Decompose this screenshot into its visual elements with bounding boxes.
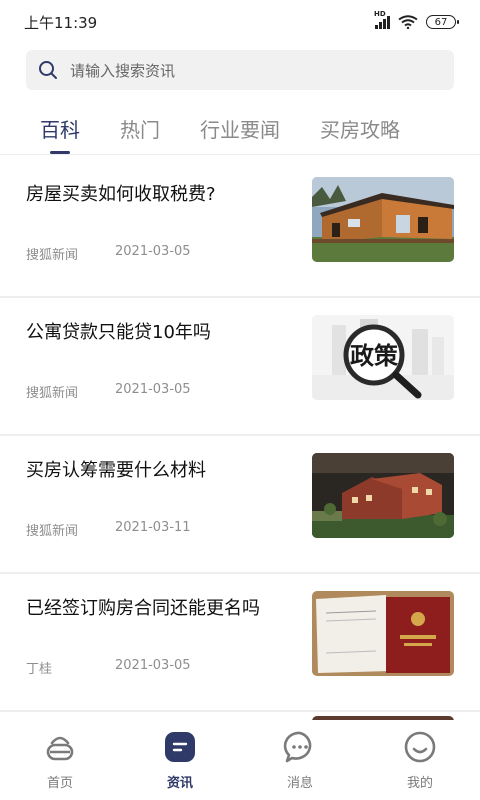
nav-label: 首页 (46, 776, 73, 791)
news-thumbnail (312, 177, 454, 262)
tab-buying-guide[interactable]: 买房攻略 (320, 106, 400, 154)
message-icon (283, 731, 312, 763)
network-type: HD (374, 10, 386, 18)
nav-label: 消息 (286, 776, 313, 791)
search-input[interactable]: 请输入搜索资讯 (70, 60, 175, 81)
building-model-image (312, 453, 454, 538)
category-tabs: 百科 热门 行业要闻 买房攻略 (0, 106, 480, 154)
policy-text: 政策 (350, 342, 399, 370)
news-list: 房屋买卖如何收取税费? 搜狐新闻 2021-03-05 公寓贷款只能贷10年吗 (0, 160, 480, 712)
nav-label: 我的 (406, 776, 433, 791)
tab-label: 热门 (120, 118, 160, 142)
bottom-nav: 首页 资讯 消息 我的 (0, 720, 480, 800)
news-thumbnail (312, 453, 454, 538)
wooden-house-image (312, 177, 454, 262)
news-date: 2021-03-11 (115, 520, 191, 535)
battery-level: 67 (434, 16, 448, 28)
news-source: 搜狐新闻 (26, 248, 79, 263)
battery-icon: 67 (426, 15, 459, 29)
news-divider (0, 710, 480, 712)
news-title: 已经签订购房合同还能更名吗 (26, 598, 260, 619)
news-source: 丁桂 (26, 662, 53, 677)
nav-label: 资讯 (166, 776, 193, 791)
nav-messages[interactable]: 消息 (240, 720, 360, 800)
search-icon (39, 61, 57, 79)
news-icon (165, 732, 195, 762)
news-title: 公寓贷款只能贷10年吗 (26, 322, 211, 343)
tab-industry-news[interactable]: 行业要闻 (200, 106, 280, 154)
news-thumbnail: 政策 (312, 315, 454, 400)
news-item[interactable]: 公寓贷款只能贷10年吗 搜狐新闻 2021-03-05 政策 (0, 298, 480, 436)
status-bar: 上午11:39 HD 67 (0, 0, 480, 44)
tab-label: 行业要闻 (200, 118, 280, 142)
policy-magnifier-image: 政策 (312, 315, 454, 400)
property-certificate-image (312, 591, 454, 676)
profile-icon (404, 731, 436, 763)
tabs-divider (0, 154, 480, 155)
news-source: 搜狐新闻 (26, 524, 79, 539)
news-thumbnail (312, 591, 454, 676)
news-date: 2021-03-05 (115, 382, 191, 397)
news-item[interactable]: 买房认筹需要什么材料 搜狐新闻 2021-03-11 (0, 436, 480, 574)
news-item[interactable]: 房屋买卖如何收取税费? 搜狐新闻 2021-03-05 (0, 160, 480, 298)
news-date: 2021-03-05 (115, 658, 191, 673)
nav-news[interactable]: 资讯 (120, 720, 240, 800)
nav-profile[interactable]: 我的 (360, 720, 480, 800)
search-bar[interactable]: 请输入搜索资讯 (26, 50, 454, 90)
news-item[interactable]: 已经签订购房合同还能更名吗 丁桂 2021-03-05 (0, 574, 480, 712)
signal-icon: HD (374, 10, 390, 29)
news-date: 2021-03-05 (115, 244, 191, 259)
wifi-icon (398, 15, 418, 29)
status-icons: HD 67 (374, 10, 459, 29)
tab-baike[interactable]: 百科 (40, 106, 80, 154)
tab-label: 百科 (40, 118, 80, 142)
news-title: 房屋买卖如何收取税费? (26, 184, 216, 205)
status-time: 上午11:39 (24, 13, 98, 32)
home-icon (46, 736, 74, 761)
news-title: 买房认筹需要什么材料 (26, 460, 206, 481)
tab-hot[interactable]: 热门 (120, 106, 160, 154)
tab-label: 买房攻略 (320, 118, 400, 142)
news-source: 搜狐新闻 (26, 386, 79, 401)
nav-home[interactable]: 首页 (0, 720, 120, 800)
